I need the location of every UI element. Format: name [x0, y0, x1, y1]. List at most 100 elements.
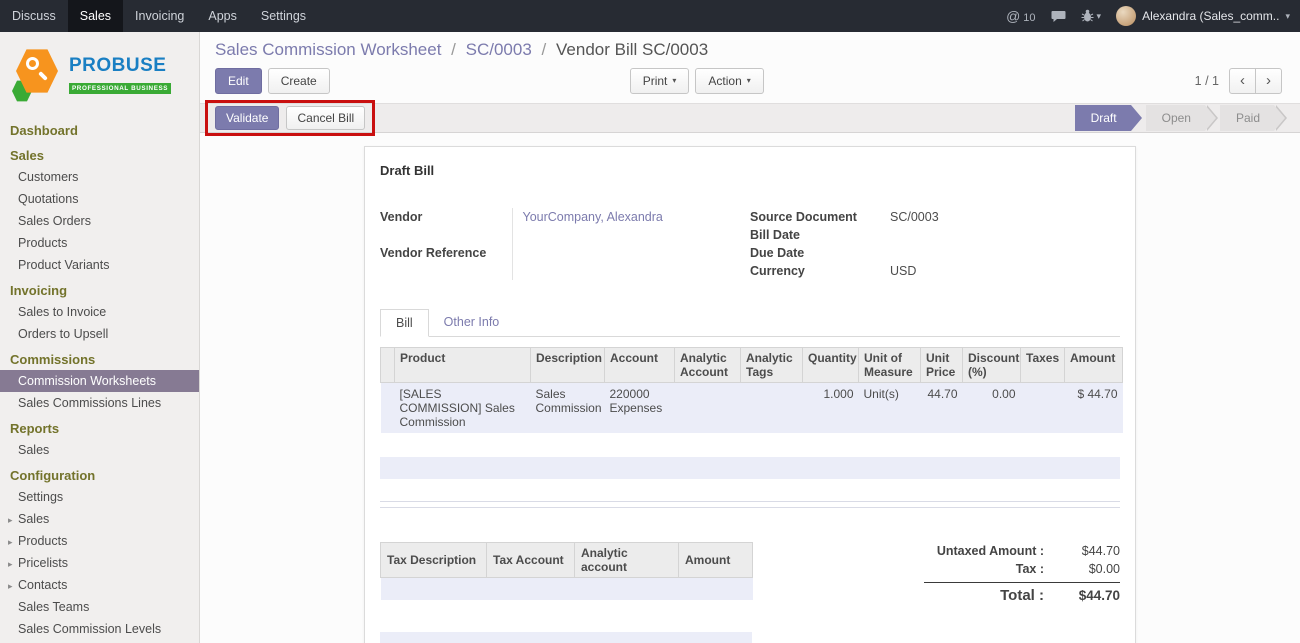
caret-right-icon: ▸	[8, 581, 13, 592]
messages-button[interactable]	[1051, 10, 1066, 23]
sidebar-section-configuration[interactable]: Configuration	[0, 461, 199, 486]
sidebar-item-commission-worksheets[interactable]: Commission Worksheets	[0, 370, 199, 392]
column-header-amount: Amount	[1065, 348, 1123, 383]
main-content: Sales Commission Worksheet / SC/0003 / V…	[200, 32, 1300, 643]
validate-button[interactable]: Validate	[215, 106, 279, 130]
user-name: Alexandra (Sales_comm..	[1142, 9, 1279, 23]
status-step-open[interactable]: Open	[1146, 105, 1205, 131]
pager-value: 1 / 1	[1195, 74, 1219, 88]
menu-apps[interactable]: Apps	[196, 0, 249, 32]
tax-row: Tax : $0.00	[924, 560, 1120, 578]
app-menu: Discuss Sales Invoicing Apps Settings	[0, 0, 318, 32]
logo-subtitle: PROFESSIONAL BUSINESS	[69, 83, 171, 94]
menu-invoicing[interactable]: Invoicing	[123, 0, 196, 32]
line-description-cell: Sales Commission	[531, 383, 605, 434]
column-header-unit-price: Unit Price	[921, 348, 963, 383]
empty-field-row	[380, 632, 752, 643]
tax-label: Tax :	[924, 562, 1044, 576]
sidebar-item-sales-commissions-lines[interactable]: Sales Commissions Lines	[0, 392, 199, 414]
user-menu[interactable]: Alexandra (Sales_comm.. ▾	[1116, 6, 1290, 26]
row-handle	[381, 383, 395, 434]
control-panel: Sales Commission Worksheet / SC/0003 / V…	[200, 32, 1300, 94]
status-step-paid[interactable]: Paid	[1220, 105, 1274, 131]
print-dropdown[interactable]: Print ▾	[630, 68, 690, 94]
column-header-tax-analytic-account: Analytic account	[575, 543, 679, 578]
caret-right-icon: ▸	[8, 559, 13, 570]
field-group-left: Vendor YourCompany, Alexandra Vendor Ref…	[380, 208, 750, 280]
menu-discuss[interactable]: Discuss	[0, 0, 68, 32]
sidebar-section-sales[interactable]: Sales	[0, 141, 199, 166]
pager-next-button[interactable]: ›	[1255, 68, 1282, 94]
create-button[interactable]: Create	[268, 68, 330, 94]
vendor-value-link[interactable]: YourCompany, Alexandra	[523, 210, 663, 224]
breadcrumb-record-link[interactable]: SC/0003	[466, 40, 532, 59]
tab-other-info[interactable]: Other Info	[429, 309, 515, 337]
handle-column-header	[381, 348, 395, 383]
breadcrumb: Sales Commission Worksheet / SC/0003 / V…	[215, 38, 1300, 62]
sidebar-item-config-sales[interactable]: ▸ Sales	[0, 508, 199, 530]
breadcrumb-current: Vendor Bill SC/0003	[556, 40, 708, 59]
column-header-tax-amount: Amount	[679, 543, 753, 578]
line-account-cell: 220000 Expenses	[605, 383, 675, 434]
sidebar-section-invoicing[interactable]: Invoicing	[0, 276, 199, 301]
sidebar-item-product-variants[interactable]: Product Variants	[0, 254, 199, 276]
action-dropdown[interactable]: Action ▾	[695, 68, 763, 94]
app-body: PROBUSE PROFESSIONAL BUSINESS Dashboard …	[0, 32, 1300, 643]
caret-right-icon: ▸	[8, 537, 13, 548]
menu-sales[interactable]: Sales	[68, 0, 123, 32]
vendor-label: Vendor	[380, 208, 512, 244]
sidebar-item-products[interactable]: Products	[0, 232, 199, 254]
due-date-value	[890, 244, 1120, 262]
sidebar-item-sales-teams[interactable]: Sales Teams	[0, 596, 199, 618]
action-dropdowns: Print ▾ Action ▾	[630, 68, 764, 94]
column-header-quantity: Quantity	[803, 348, 859, 383]
sidebar-item-dashboard[interactable]: Dashboard	[0, 116, 199, 141]
sidebar-item-sales-to-invoice[interactable]: Sales to Invoice	[0, 301, 199, 323]
probuse-logo[interactable]: PROBUSE PROFESSIONAL BUSINESS	[0, 32, 199, 112]
probuse-logo-icon	[12, 48, 60, 102]
total-label: Total :	[924, 587, 1044, 604]
activity-count: 10	[1023, 12, 1035, 24]
caret-down-icon: ▾	[1097, 11, 1102, 22]
breadcrumb-separator: /	[451, 40, 456, 59]
line-unit-price-cell: 44.70	[921, 383, 963, 434]
caret-down-icon: ▾	[1285, 11, 1290, 22]
edit-button[interactable]: Edit	[215, 68, 262, 94]
status-steps: Draft Open Paid	[1060, 105, 1300, 131]
line-analytic-tags-cell	[741, 383, 803, 434]
invoice-line-row[interactable]: [SALES COMMISSION] Sales Commission Sale…	[381, 383, 1123, 434]
bill-date-value	[890, 226, 1120, 244]
sidebar-item-settings[interactable]: Settings	[0, 486, 199, 508]
sidebar-item-orders-to-upsell[interactable]: Orders to Upsell	[0, 323, 199, 345]
sidebar-item-sales-orders[interactable]: Sales Orders	[0, 210, 199, 232]
menu-settings[interactable]: Settings	[249, 0, 318, 32]
line-product-cell: [SALES COMMISSION] Sales Commission	[395, 383, 531, 434]
sidebar-item-config-products[interactable]: ▸ Products	[0, 530, 199, 552]
sidebar-item-contacts[interactable]: ▸ Contacts	[0, 574, 199, 596]
sidebar-item-quotations[interactable]: Quotations	[0, 188, 199, 210]
tab-bill[interactable]: Bill	[380, 309, 429, 337]
sidebar-item-pricelists[interactable]: ▸ Pricelists	[0, 552, 199, 574]
caret-right-icon: ▸	[8, 515, 13, 526]
currency-value: USD	[890, 262, 1120, 280]
magnifier-icon	[26, 57, 39, 70]
sidebar-section-commissions[interactable]: Commissions	[0, 345, 199, 370]
cancel-bill-button[interactable]: Cancel Bill	[286, 106, 365, 130]
sidebar-item-reports-sales[interactable]: Sales	[0, 439, 199, 461]
sidebar-section-reports[interactable]: Reports	[0, 414, 199, 439]
sidebar-item-sales-commission-levels[interactable]: Sales Commission Levels	[0, 618, 199, 640]
column-header-tax-description: Tax Description	[381, 543, 487, 578]
status-step-draft[interactable]: Draft	[1075, 105, 1131, 131]
column-header-discount: Discount (%)	[963, 348, 1021, 383]
sidebar-item-customers[interactable]: Customers	[0, 166, 199, 188]
bill-date-label: Bill Date	[750, 226, 890, 244]
column-header-account: Account	[605, 348, 675, 383]
pager-previous-button[interactable]: ‹	[1229, 68, 1256, 94]
totals-divider	[924, 582, 1120, 583]
topbar-systray: @ 10 ▾ Alexandra (Sales_comm.. ▾	[1006, 0, 1300, 32]
breadcrumb-worksheet-link[interactable]: Sales Commission Worksheet	[215, 40, 441, 59]
debug-menu-button[interactable]: ▾	[1081, 9, 1102, 23]
total-row: Total : $44.70	[924, 585, 1120, 606]
activities-button[interactable]: @ 10	[1006, 8, 1035, 24]
control-panel-buttons: Edit Create Print ▾ Action ▾ 1 / 1 ‹	[215, 67, 1300, 94]
